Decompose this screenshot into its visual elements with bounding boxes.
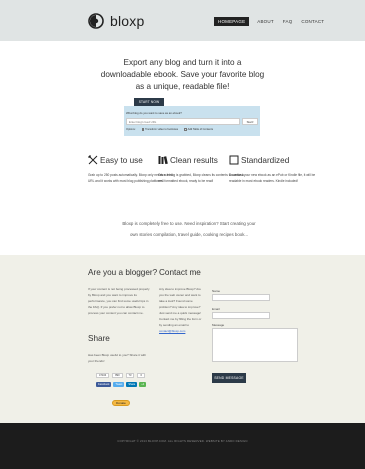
info-section xyxy=(0,255,365,423)
options-label: Options: xyxy=(126,128,136,131)
logo-icon xyxy=(88,13,104,29)
plus-one-button[interactable]: +1 xyxy=(139,382,147,387)
count-google: 73 xyxy=(125,373,135,378)
blogger-text: If your content is not being processed p… xyxy=(88,287,150,315)
logo-text: bloxp xyxy=(110,13,145,29)
nav-contact[interactable]: CONTACT xyxy=(301,19,324,24)
square-icon xyxy=(229,155,239,165)
nav-homepage[interactable]: HOMEPAGE xyxy=(214,17,250,26)
checkbox-icon[interactable] xyxy=(141,128,145,131)
count-twitter: 890 xyxy=(112,373,123,378)
nav-about[interactable]: ABOUT xyxy=(257,19,274,24)
form-question: What blog do you want to save as an eboo… xyxy=(126,111,182,115)
send-message-button[interactable]: SEND MESSAGE xyxy=(212,373,246,383)
feed-url-input[interactable] xyxy=(126,118,240,125)
email-label: Email xyxy=(212,307,220,311)
feature-standardized: Standardized Download your new ebook as … xyxy=(229,154,317,184)
linkedin-share-button[interactable]: Share xyxy=(126,382,138,387)
start-button[interactable]: Start! xyxy=(242,118,258,125)
feature-desc: Download your new ebook as an ePub or Ki… xyxy=(229,173,316,183)
share-title: Share xyxy=(88,334,110,343)
feature-title: Standardized xyxy=(241,155,290,165)
tools-icon xyxy=(88,155,98,165)
count-linkedin: 0 xyxy=(137,373,145,378)
logo[interactable]: bloxp xyxy=(88,12,144,30)
name-label: Name xyxy=(212,289,221,293)
email-field[interactable] xyxy=(212,312,270,319)
tweet-button[interactable]: Tweet xyxy=(113,382,125,387)
feature-title: Easy to use xyxy=(100,155,143,165)
option-footnotes[interactable]: Transform video to footnotes xyxy=(141,128,178,131)
name-field[interactable] xyxy=(212,294,270,301)
free-note: Bloxp is completely free to use. Need in… xyxy=(122,221,256,237)
contact-intro-2: Contact me by filling the form or by sen… xyxy=(159,317,202,327)
contact-title: Contact me xyxy=(159,268,201,277)
hero-title: Export any blog and turn it into a downl… xyxy=(100,58,265,91)
donate-button[interactable]: Donate xyxy=(112,400,130,406)
nav-faq[interactable]: FAQ xyxy=(283,19,293,24)
form-options: Options: Transform video to footnotes Ad… xyxy=(126,128,219,131)
header: bloxp HOMEPAGE ABOUT FAQ CONTACT xyxy=(0,0,365,41)
count-facebook: 47104 xyxy=(96,373,110,378)
share-text: Has been Bloxp useful to you? Share it w… xyxy=(88,353,147,363)
share-counts: 47104 890 73 0 xyxy=(96,373,148,378)
facebook-button[interactable]: Facebook xyxy=(96,382,112,387)
option-toc[interactable]: Add Table of Contents xyxy=(184,128,213,131)
contact-intro: Any idea to improve Bloxp? Are you the w… xyxy=(159,287,202,315)
books-icon xyxy=(158,156,168,165)
checkbox-icon[interactable] xyxy=(184,128,187,131)
feature-title: Clean results xyxy=(170,155,218,165)
footer xyxy=(0,423,365,469)
contact-email-link[interactable]: contact@bloxp.com xyxy=(159,328,185,334)
message-label: Message xyxy=(212,323,225,327)
main-nav: HOMEPAGE ABOUT FAQ CONTACT xyxy=(214,17,333,26)
footer-copyright: COPYRIGHT © 2013 BLOXP.COM. ALL RIGHTS R… xyxy=(117,439,248,443)
message-field[interactable] xyxy=(212,328,298,362)
blogger-title: Are you a blogger? xyxy=(88,268,158,277)
share-buttons: Facebook Tweet Share +1 xyxy=(96,382,148,387)
start-now-tab[interactable]: START NOW xyxy=(134,98,164,106)
